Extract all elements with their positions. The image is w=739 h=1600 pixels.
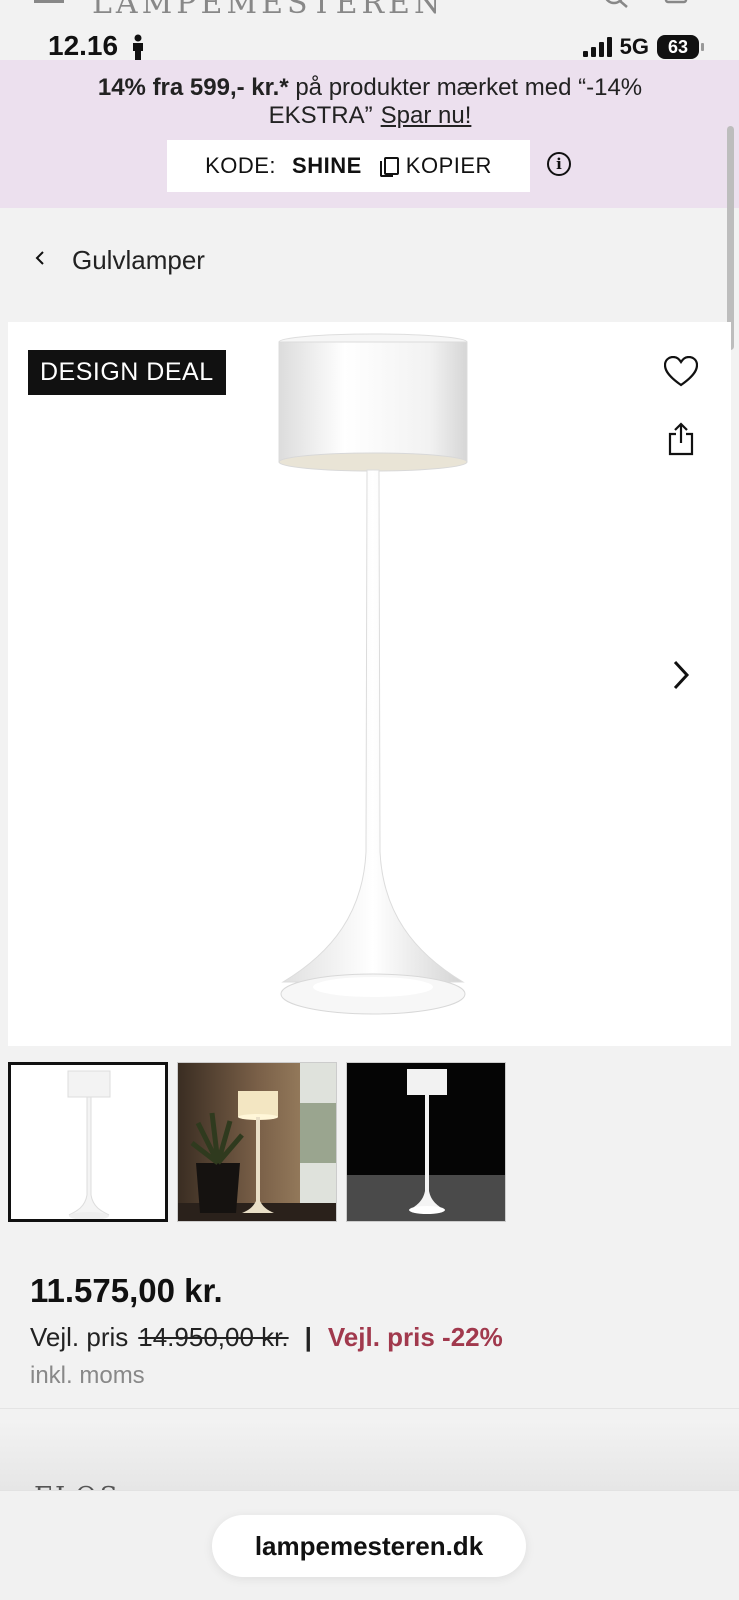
status-indicators: 5G 63 (582, 34, 704, 60)
breadcrumb-label[interactable]: Gulvlamper (72, 245, 205, 276)
design-deal-badge: DESIGN DEAL (28, 350, 226, 395)
rrp-separator: | (304, 1322, 312, 1352)
status-time: 12.16 (48, 30, 119, 61)
rrp-old-price: 14.950,00 kr. (138, 1322, 289, 1352)
copy-icon (379, 157, 399, 177)
battery-icon: 63 (657, 35, 704, 59)
product-gallery[interactable]: DESIGN DEAL (8, 322, 731, 1046)
copy-button[interactable]: KOPIER (406, 153, 492, 179)
rrp-line: Vejl. pris 14.950,00 kr. | Vejl. pris -2… (30, 1322, 503, 1353)
content-fade (0, 1420, 739, 1490)
status-bar: 12.16 5G 63 (0, 28, 739, 62)
cart-icon[interactable] (664, 0, 690, 18)
thumbnail-black-background[interactable] (346, 1062, 506, 1222)
site-logo[interactable]: LAMPEMESTEREN (92, 0, 444, 21)
promo-link[interactable]: Spar nu! (381, 102, 472, 129)
promo-offer: 14% fra 599,- kr.* (97, 74, 289, 101)
signal-icon (582, 37, 612, 57)
promo-text: 14% fra 599,- kr.* på produkter mærket m… (30, 74, 710, 130)
search-icon[interactable] (602, 0, 632, 18)
section-divider (0, 1408, 739, 1409)
url-bar[interactable]: lampemesteren.dk (212, 1515, 526, 1577)
rrp-label: Vejl. pris (30, 1322, 129, 1352)
info-icon[interactable]: i (547, 152, 571, 176)
thumbnail-strip (8, 1062, 506, 1222)
promo-banner: 14% fra 599,- kr.* på produkter mærket m… (0, 60, 739, 208)
breadcrumb[interactable]: Gulvlamper (34, 240, 205, 280)
code-value: SHINE (292, 153, 362, 178)
share-icon[interactable] (668, 422, 694, 461)
browser-bar: lampemesteren.dk (0, 1490, 739, 1600)
network-label: 5G (619, 34, 649, 59)
thumbnail-living-room[interactable] (177, 1062, 337, 1222)
menu-icon[interactable] (34, 0, 64, 3)
code-label: KODE: (205, 153, 277, 178)
scrollbar[interactable] (727, 126, 734, 350)
product-image-lamp (278, 333, 468, 1015)
product-price: 11.575,00 kr. (30, 1272, 223, 1309)
thumbnail-white-background[interactable] (8, 1062, 168, 1222)
chevron-right-icon[interactable] (672, 660, 690, 695)
promo-code-box[interactable]: KODE: SHINE KOPIER (167, 140, 530, 192)
heart-icon[interactable] (663, 355, 699, 393)
discount-label: Vejl. pris -22% (327, 1322, 503, 1352)
vat-note: inkl. moms (30, 1362, 145, 1389)
chevron-left-icon[interactable] (34, 249, 72, 272)
